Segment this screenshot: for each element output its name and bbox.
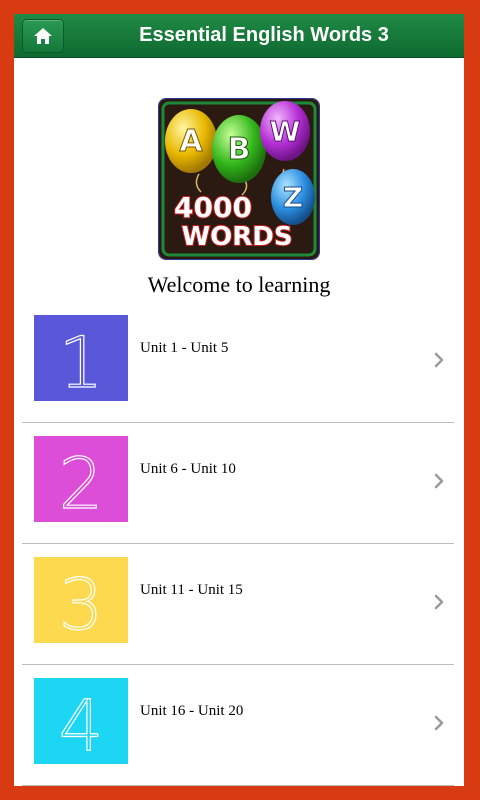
chevron-right-icon (434, 352, 444, 368)
page-title: Essential English Words 3 (139, 24, 389, 46)
unit-number-1: 1 (59, 322, 104, 401)
unit-item-4[interactable]: 4 Unit 16 - Unit 20 (22, 665, 454, 786)
unit-item-3[interactable]: 3 Unit 11 - Unit 15 (22, 544, 454, 665)
logo-text-4000: 4000 (174, 191, 252, 224)
chevron-right-icon (434, 594, 444, 610)
unit-label-3: Unit 11 - Unit 15 (140, 582, 243, 598)
welcome-heading: Welcome to learning (147, 272, 331, 297)
unit-number-4: 4 (59, 685, 104, 764)
unit-label-4: Unit 16 - Unit 20 (140, 703, 244, 719)
logo-letter-b: B (228, 132, 251, 167)
unit-tile-1: 1 (34, 315, 128, 401)
unit-label-1: Unit 1 - Unit 5 (140, 340, 229, 356)
unit-tile-4: 4 (34, 678, 128, 764)
app-header: Essential English Words 3 (14, 14, 464, 58)
logo-letter-w: W (270, 115, 301, 148)
unit-tile-2: 2 (34, 436, 128, 522)
unit-item-1[interactable]: 1 Unit 1 - Unit 5 (22, 302, 454, 423)
unit-item-2[interactable]: 2 Unit 6 - Unit 10 (22, 423, 454, 544)
logo-letter-a: A (179, 124, 203, 159)
logo-text-words: WORDS (181, 222, 292, 252)
chevron-right-icon (434, 473, 444, 489)
unit-label-2: Unit 6 - Unit 10 (140, 461, 236, 477)
logo-letter-z: Z (283, 181, 303, 214)
app-logo: A B W Z 4000 WORDS (158, 98, 320, 260)
unit-number-3: 3 (59, 564, 104, 643)
unit-list: 1 Unit 1 - Unit 5 2 Unit 6 - Unit 10 3 U… (22, 302, 454, 786)
chevron-right-icon (434, 715, 444, 731)
unit-number-2: 2 (59, 443, 104, 522)
unit-tile-3: 3 (34, 557, 128, 643)
app-frame: Essential English Words 3 A B W Z 4000 W… (14, 14, 464, 786)
